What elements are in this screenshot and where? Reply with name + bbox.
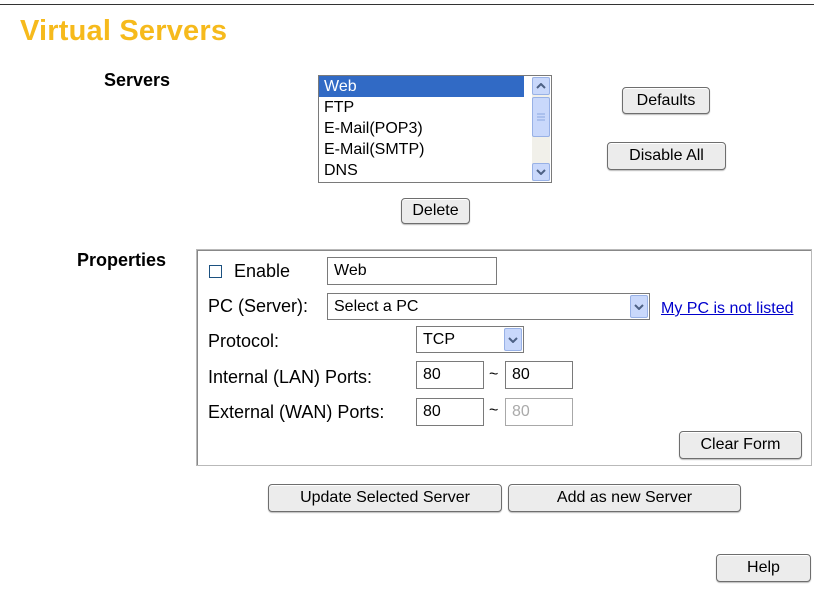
- pc-not-listed-link[interactable]: My PC is not listed: [661, 300, 793, 318]
- defaults-button[interactable]: Defaults: [622, 87, 710, 114]
- page-title: Virtual Servers: [20, 15, 228, 47]
- delete-button[interactable]: Delete: [401, 198, 470, 224]
- server-name-input[interactable]: Web: [327, 257, 497, 285]
- disable-all-button[interactable]: Disable All: [607, 142, 726, 170]
- server-option[interactable]: E-Mail(POP3): [319, 118, 524, 139]
- chevron-down-icon: [634, 303, 644, 310]
- external-port-to-input: 80: [505, 398, 573, 426]
- server-option[interactable]: FTP: [319, 97, 524, 118]
- server-option[interactable]: Web: [319, 76, 524, 97]
- listbox-scrollbar[interactable]: [532, 77, 550, 181]
- pc-server-label: PC (Server):: [208, 296, 309, 316]
- range-separator: ~: [489, 402, 499, 419]
- enable-label: Enable: [234, 261, 291, 281]
- server-option[interactable]: DNS: [319, 160, 524, 181]
- server-option[interactable]: E-Mail(SMTP): [319, 139, 524, 160]
- grip-icon: [537, 113, 545, 121]
- internal-ports-label: Internal (LAN) Ports:: [208, 367, 373, 387]
- protocol-select-value: TCP: [423, 330, 455, 348]
- external-ports-label: External (WAN) Ports:: [208, 402, 385, 422]
- pc-select-value: Select a PC: [334, 297, 419, 315]
- clear-form-button[interactable]: Clear Form: [679, 431, 802, 459]
- servers-listbox[interactable]: Web FTP E-Mail(POP3) E-Mail(SMTP) DNS: [318, 75, 552, 183]
- servers-label: Servers: [104, 70, 171, 90]
- range-separator: ~: [489, 366, 499, 383]
- enable-checkbox[interactable]: [209, 265, 222, 278]
- arrow-down-icon: [536, 169, 546, 175]
- help-button[interactable]: Help: [716, 554, 811, 582]
- arrow-up-icon: [536, 83, 546, 89]
- properties-label: Properties: [77, 250, 167, 270]
- pc-select[interactable]: Select a PC: [327, 293, 650, 320]
- protocol-label: Protocol:: [208, 331, 280, 351]
- scroll-thumb[interactable]: [532, 97, 550, 137]
- scroll-down-button[interactable]: [532, 163, 550, 181]
- internal-port-from-input[interactable]: 80: [416, 361, 484, 389]
- update-selected-server-button[interactable]: Update Selected Server: [268, 484, 502, 512]
- internal-port-to-input[interactable]: 80: [505, 361, 573, 389]
- dropdown-button[interactable]: [630, 295, 648, 318]
- scroll-up-button[interactable]: [532, 77, 550, 95]
- protocol-select[interactable]: TCP: [416, 326, 524, 353]
- chevron-down-icon: [508, 336, 518, 343]
- top-divider: [0, 4, 814, 5]
- dropdown-button[interactable]: [504, 328, 522, 351]
- add-as-new-server-button[interactable]: Add as new Server: [508, 484, 741, 512]
- external-port-from-input[interactable]: 80: [416, 398, 484, 426]
